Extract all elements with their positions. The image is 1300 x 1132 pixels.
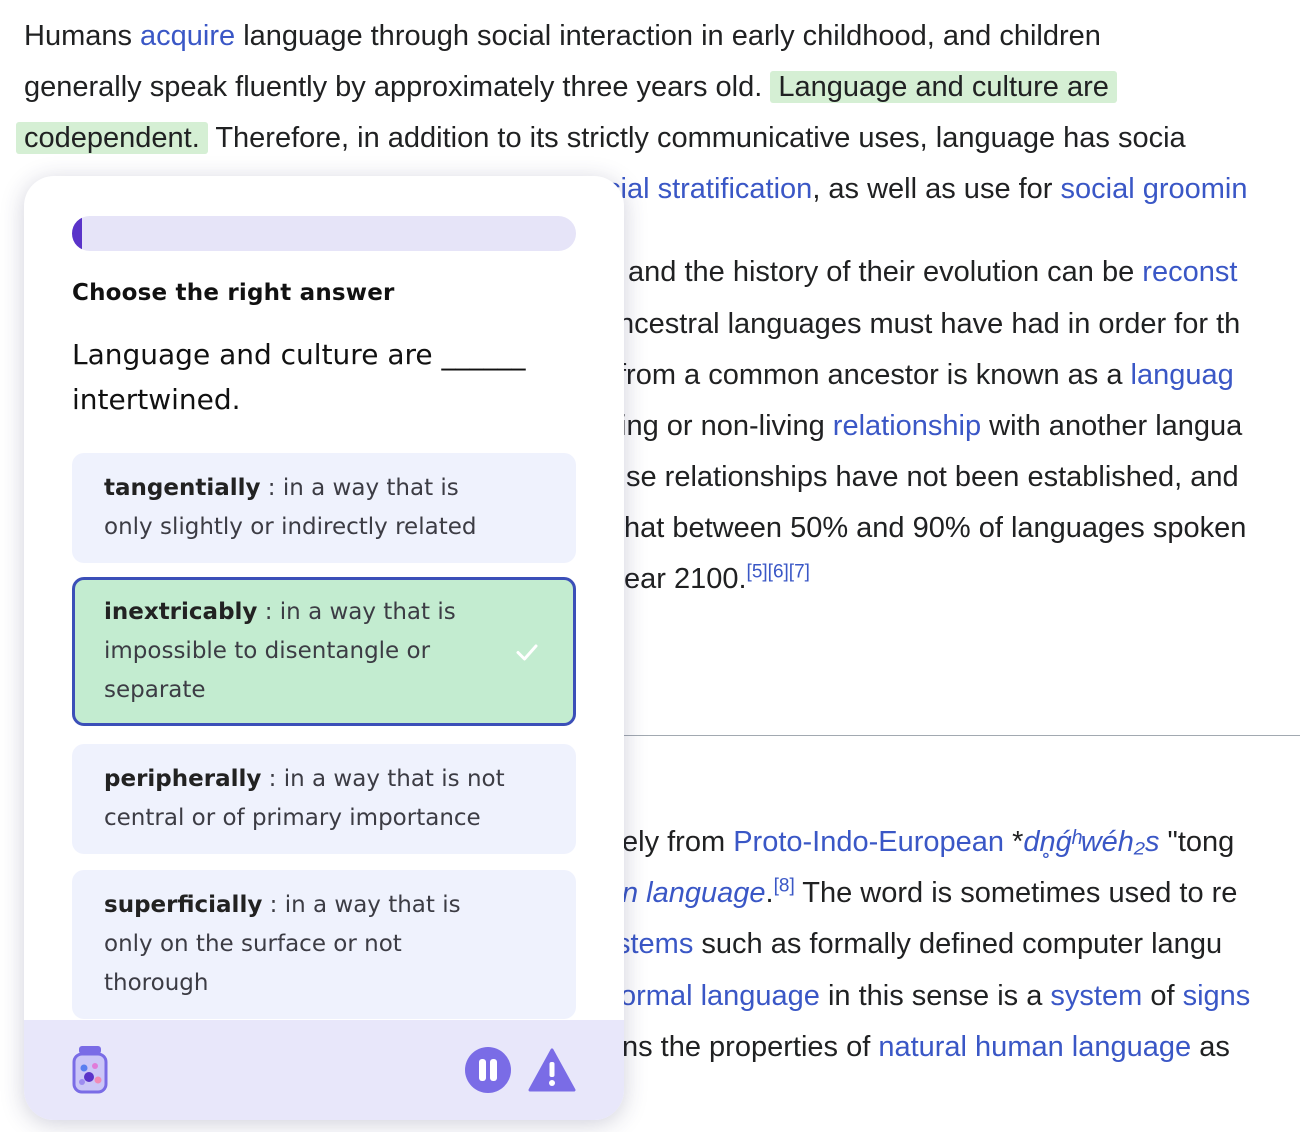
link-relationship[interactable]: relationship (833, 410, 981, 442)
link-signs[interactable]: signs (1183, 980, 1251, 1012)
link-formal-language[interactable]: ormal language (620, 980, 820, 1012)
article-line: se relationships have not been establish… (626, 461, 1239, 493)
article-line: ncestral languages must have had in orde… (618, 308, 1241, 340)
option-word: peripherally (104, 766, 262, 792)
option-word: inextricably (104, 599, 258, 625)
quiz-progress-fill (72, 216, 83, 251)
highlighted-sentence: Language and culture are (770, 71, 1117, 103)
quiz-prompt: Choose the right answer (72, 280, 395, 306)
article-line: stems such as formally defined computer … (616, 928, 1223, 960)
link-systems[interactable]: stems (616, 928, 693, 960)
article-line: cial stratification, as well as use for … (606, 173, 1248, 205)
highlighted-sentence: codependent. (16, 122, 208, 154)
link-human-language[interactable]: n language (622, 877, 766, 909)
article-line: from a common ancestor is known as a lan… (618, 359, 1234, 391)
link-natural-human-language[interactable]: natural human language (878, 1031, 1191, 1063)
link-language-family[interactable]: languag (1131, 359, 1234, 391)
article-line: ns the properties of natural human langu… (622, 1031, 1230, 1063)
link-social-stratification[interactable]: cial stratification (606, 173, 812, 205)
quiz-footer (24, 1020, 624, 1120)
answer-option-peripherally[interactable]: peripherally : in a way that is not cent… (72, 744, 576, 854)
article-line: n language.[8] The word is sometimes use… (622, 875, 1238, 909)
article-line: codependent. Therefore, in addition to i… (16, 118, 1186, 158)
quiz-popup: Choose the right answer Language and cul… (24, 176, 624, 1120)
article-line: hat between 50% and 90% of languages spo… (624, 512, 1247, 544)
warning-icon[interactable] (528, 1047, 576, 1093)
answer-option-superficially[interactable]: superficially : in a way that is only on… (72, 870, 576, 1019)
citation-link[interactable]: [8] (774, 875, 795, 896)
link-system[interactable]: system (1050, 980, 1142, 1012)
answer-option-tangentially[interactable]: tangentially : in a way that is only sli… (72, 453, 576, 563)
section-divider (620, 735, 1300, 736)
link-acquire[interactable]: acquire (140, 20, 235, 52)
pause-icon[interactable] (465, 1047, 511, 1093)
jar-icon[interactable] (70, 1044, 110, 1096)
option-word: tangentially (104, 475, 261, 501)
article-line: generally speak fluently by approximatel… (24, 67, 1117, 107)
quiz-progress-bar (72, 216, 576, 251)
citation-links[interactable]: [5][6][7] (747, 561, 810, 582)
option-word: superficially (104, 892, 263, 918)
article-line: ely from Proto-Indo-European *dn̥ǵʰwéh₂s… (622, 826, 1235, 858)
article-line: Humans acquire language through social i… (24, 20, 1101, 52)
quiz-question: Language and culture are ______ intertwi… (72, 338, 526, 416)
check-icon (516, 644, 538, 660)
answer-option-inextricably[interactable]: inextricably : in a way that is impossib… (72, 577, 576, 726)
link-reconstructed[interactable]: reconst (1142, 256, 1237, 288)
link-social-grooming[interactable]: social groomin (1061, 173, 1248, 205)
article-line: and the history of their evolution can b… (628, 256, 1238, 288)
article-line: ormal language in this sense is a system… (620, 980, 1251, 1012)
link-proto-indo-european[interactable]: Proto-Indo-European (733, 826, 1004, 858)
link-pie-word[interactable]: dn̥ǵʰwéh₂s (1023, 826, 1159, 858)
article-line: ear 2100.[5][6][7] (624, 561, 810, 595)
article-line: ing or non-living relationship with anot… (620, 410, 1243, 442)
